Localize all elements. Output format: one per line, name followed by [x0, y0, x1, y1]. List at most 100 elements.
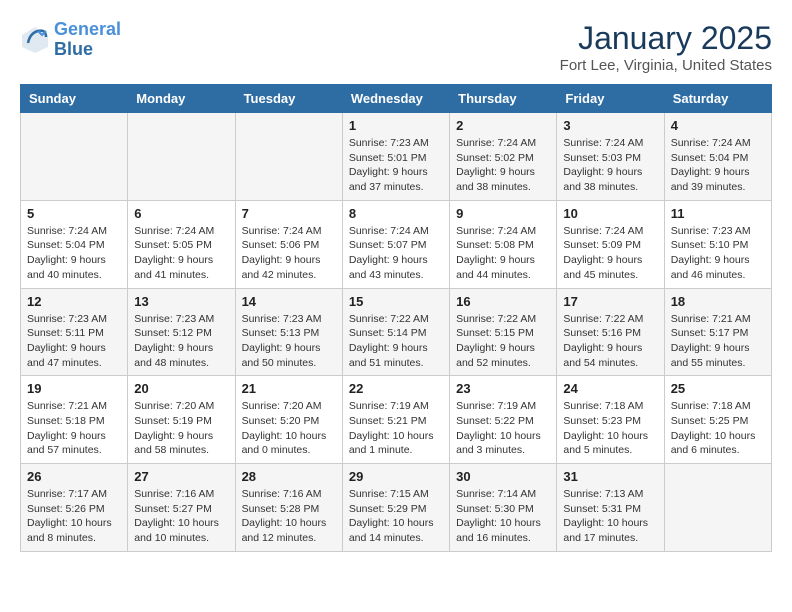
day-info: Sunrise: 7:17 AM Sunset: 5:26 PM Dayligh… [27, 487, 121, 546]
col-header-friday: Friday [557, 85, 664, 113]
col-header-tuesday: Tuesday [235, 85, 342, 113]
calendar-week-row: 19 Sunrise: 7:21 AM Sunset: 5:18 PM Dayli… [21, 376, 772, 464]
day-info: Sunrise: 7:22 AM Sunset: 5:15 PM Dayligh… [456, 312, 550, 371]
logo: General Blue [20, 20, 121, 60]
logo-icon [20, 25, 50, 55]
logo-text: General Blue [54, 20, 121, 60]
col-header-thursday: Thursday [450, 85, 557, 113]
day-number: 29 [349, 469, 443, 484]
col-header-wednesday: Wednesday [342, 85, 449, 113]
calendar-day-8: 8 Sunrise: 7:24 AM Sunset: 5:07 PM Daylig… [342, 200, 449, 288]
day-number: 13 [134, 294, 228, 309]
calendar-table: SundayMondayTuesdayWednesdayThursdayFrid… [20, 84, 772, 552]
day-info: Sunrise: 7:20 AM Sunset: 5:19 PM Dayligh… [134, 399, 228, 458]
day-number: 23 [456, 381, 550, 396]
day-number: 15 [349, 294, 443, 309]
day-info: Sunrise: 7:24 AM Sunset: 5:02 PM Dayligh… [456, 136, 550, 195]
day-number: 21 [242, 381, 336, 396]
calendar-day-29: 29 Sunrise: 7:15 AM Sunset: 5:29 PM Dayli… [342, 464, 449, 552]
day-number: 17 [563, 294, 657, 309]
day-number: 30 [456, 469, 550, 484]
day-info: Sunrise: 7:19 AM Sunset: 5:22 PM Dayligh… [456, 399, 550, 458]
empty-day-cell [235, 113, 342, 201]
calendar-day-21: 21Sunrise: 7:20 AM Sunset: 5:20 PM Dayli… [235, 376, 342, 464]
calendar-day-13: 13 Sunrise: 7:23 AM Sunset: 5:12 PM Dayli… [128, 288, 235, 376]
calendar-week-row: 1Sunrise: 7:23 AM Sunset: 5:01 PM Daylig… [21, 113, 772, 201]
day-info: Sunrise: 7:19 AM Sunset: 5:21 PM Dayligh… [349, 399, 443, 458]
day-info: Sunrise: 7:24 AM Sunset: 5:07 PM Dayligh… [349, 224, 443, 283]
empty-day-cell [664, 464, 771, 552]
calendar-day-25: 25 Sunrise: 7:18 AM Sunset: 5:25 PM Dayli… [664, 376, 771, 464]
calendar-day-11: 11Sunrise: 7:23 AM Sunset: 5:10 PM Dayli… [664, 200, 771, 288]
calendar-day-4: 4 Sunrise: 7:24 AM Sunset: 5:04 PM Daylig… [664, 113, 771, 201]
calendar-day-18: 18 Sunrise: 7:21 AM Sunset: 5:17 PM Dayli… [664, 288, 771, 376]
page-header: General Blue January 2025 Fort Lee, Virg… [20, 20, 772, 74]
day-info: Sunrise: 7:22 AM Sunset: 5:14 PM Dayligh… [349, 312, 443, 371]
day-info: Sunrise: 7:13 AM Sunset: 5:31 PM Dayligh… [563, 487, 657, 546]
day-number: 25 [671, 381, 765, 396]
day-number: 14 [242, 294, 336, 309]
calendar-day-5: 5 Sunrise: 7:24 AM Sunset: 5:04 PM Daylig… [21, 200, 128, 288]
day-info: Sunrise: 7:21 AM Sunset: 5:18 PM Dayligh… [27, 399, 121, 458]
calendar-day-17: 17 Sunrise: 7:22 AM Sunset: 5:16 PM Dayli… [557, 288, 664, 376]
day-info: Sunrise: 7:22 AM Sunset: 5:16 PM Dayligh… [563, 312, 657, 371]
day-number: 24 [563, 381, 657, 396]
day-info: Sunrise: 7:18 AM Sunset: 5:23 PM Dayligh… [563, 399, 657, 458]
month-title: January 2025 [560, 20, 772, 57]
calendar-day-24: 24 Sunrise: 7:18 AM Sunset: 5:23 PM Dayli… [557, 376, 664, 464]
day-info: Sunrise: 7:24 AM Sunset: 5:04 PM Dayligh… [27, 224, 121, 283]
calendar-day-22: 22 Sunrise: 7:19 AM Sunset: 5:21 PM Dayli… [342, 376, 449, 464]
day-number: 8 [349, 206, 443, 221]
day-number: 18 [671, 294, 765, 309]
calendar-week-row: 12 Sunrise: 7:23 AM Sunset: 5:11 PM Dayli… [21, 288, 772, 376]
day-info: Sunrise: 7:23 AM Sunset: 5:11 PM Dayligh… [27, 312, 121, 371]
day-number: 11 [671, 206, 765, 221]
title-block: January 2025 Fort Lee, Virginia, United … [560, 20, 772, 74]
location: Fort Lee, Virginia, United States [560, 57, 772, 74]
day-number: 26 [27, 469, 121, 484]
day-info: Sunrise: 7:24 AM Sunset: 5:08 PM Dayligh… [456, 224, 550, 283]
day-number: 19 [27, 381, 121, 396]
col-header-sunday: Sunday [21, 85, 128, 113]
day-info: Sunrise: 7:24 AM Sunset: 5:04 PM Dayligh… [671, 136, 765, 195]
col-header-saturday: Saturday [664, 85, 771, 113]
calendar-day-14: 14 Sunrise: 7:23 AM Sunset: 5:13 PM Dayli… [235, 288, 342, 376]
calendar-day-20: 20 Sunrise: 7:20 AM Sunset: 5:19 PM Dayli… [128, 376, 235, 464]
day-info: Sunrise: 7:14 AM Sunset: 5:30 PM Dayligh… [456, 487, 550, 546]
calendar-day-28: 28 Sunrise: 7:16 AM Sunset: 5:28 PM Dayli… [235, 464, 342, 552]
calendar-day-1: 1Sunrise: 7:23 AM Sunset: 5:01 PM Daylig… [342, 113, 449, 201]
day-number: 4 [671, 118, 765, 133]
calendar-day-16: 16 Sunrise: 7:22 AM Sunset: 5:15 PM Dayli… [450, 288, 557, 376]
calendar-day-19: 19 Sunrise: 7:21 AM Sunset: 5:18 PM Dayli… [21, 376, 128, 464]
day-info: Sunrise: 7:23 AM Sunset: 5:13 PM Dayligh… [242, 312, 336, 371]
day-info: Sunrise: 7:24 AM Sunset: 5:09 PM Dayligh… [563, 224, 657, 283]
day-number: 16 [456, 294, 550, 309]
day-info: Sunrise: 7:15 AM Sunset: 5:29 PM Dayligh… [349, 487, 443, 546]
calendar-week-row: 5 Sunrise: 7:24 AM Sunset: 5:04 PM Daylig… [21, 200, 772, 288]
day-info: Sunrise: 7:18 AM Sunset: 5:25 PM Dayligh… [671, 399, 765, 458]
day-number: 12 [27, 294, 121, 309]
day-number: 20 [134, 381, 228, 396]
calendar-day-7: 7Sunrise: 7:24 AM Sunset: 5:06 PM Daylig… [235, 200, 342, 288]
day-number: 1 [349, 118, 443, 133]
calendar-day-3: 3Sunrise: 7:24 AM Sunset: 5:03 PM Daylig… [557, 113, 664, 201]
day-number: 28 [242, 469, 336, 484]
day-number: 7 [242, 206, 336, 221]
calendar-day-6: 6Sunrise: 7:24 AM Sunset: 5:05 PM Daylig… [128, 200, 235, 288]
calendar-day-30: 30 Sunrise: 7:14 AM Sunset: 5:30 PM Dayli… [450, 464, 557, 552]
col-header-monday: Monday [128, 85, 235, 113]
day-number: 6 [134, 206, 228, 221]
day-info: Sunrise: 7:16 AM Sunset: 5:27 PM Dayligh… [134, 487, 228, 546]
day-info: Sunrise: 7:23 AM Sunset: 5:12 PM Dayligh… [134, 312, 228, 371]
day-number: 5 [27, 206, 121, 221]
calendar-header-row: SundayMondayTuesdayWednesdayThursdayFrid… [21, 85, 772, 113]
calendar-day-31: 31 Sunrise: 7:13 AM Sunset: 5:31 PM Dayli… [557, 464, 664, 552]
day-number: 27 [134, 469, 228, 484]
day-info: Sunrise: 7:21 AM Sunset: 5:17 PM Dayligh… [671, 312, 765, 371]
day-info: Sunrise: 7:16 AM Sunset: 5:28 PM Dayligh… [242, 487, 336, 546]
day-number: 22 [349, 381, 443, 396]
calendar-day-26: 26 Sunrise: 7:17 AM Sunset: 5:26 PM Dayli… [21, 464, 128, 552]
day-number: 9 [456, 206, 550, 221]
empty-day-cell [21, 113, 128, 201]
day-number: 31 [563, 469, 657, 484]
